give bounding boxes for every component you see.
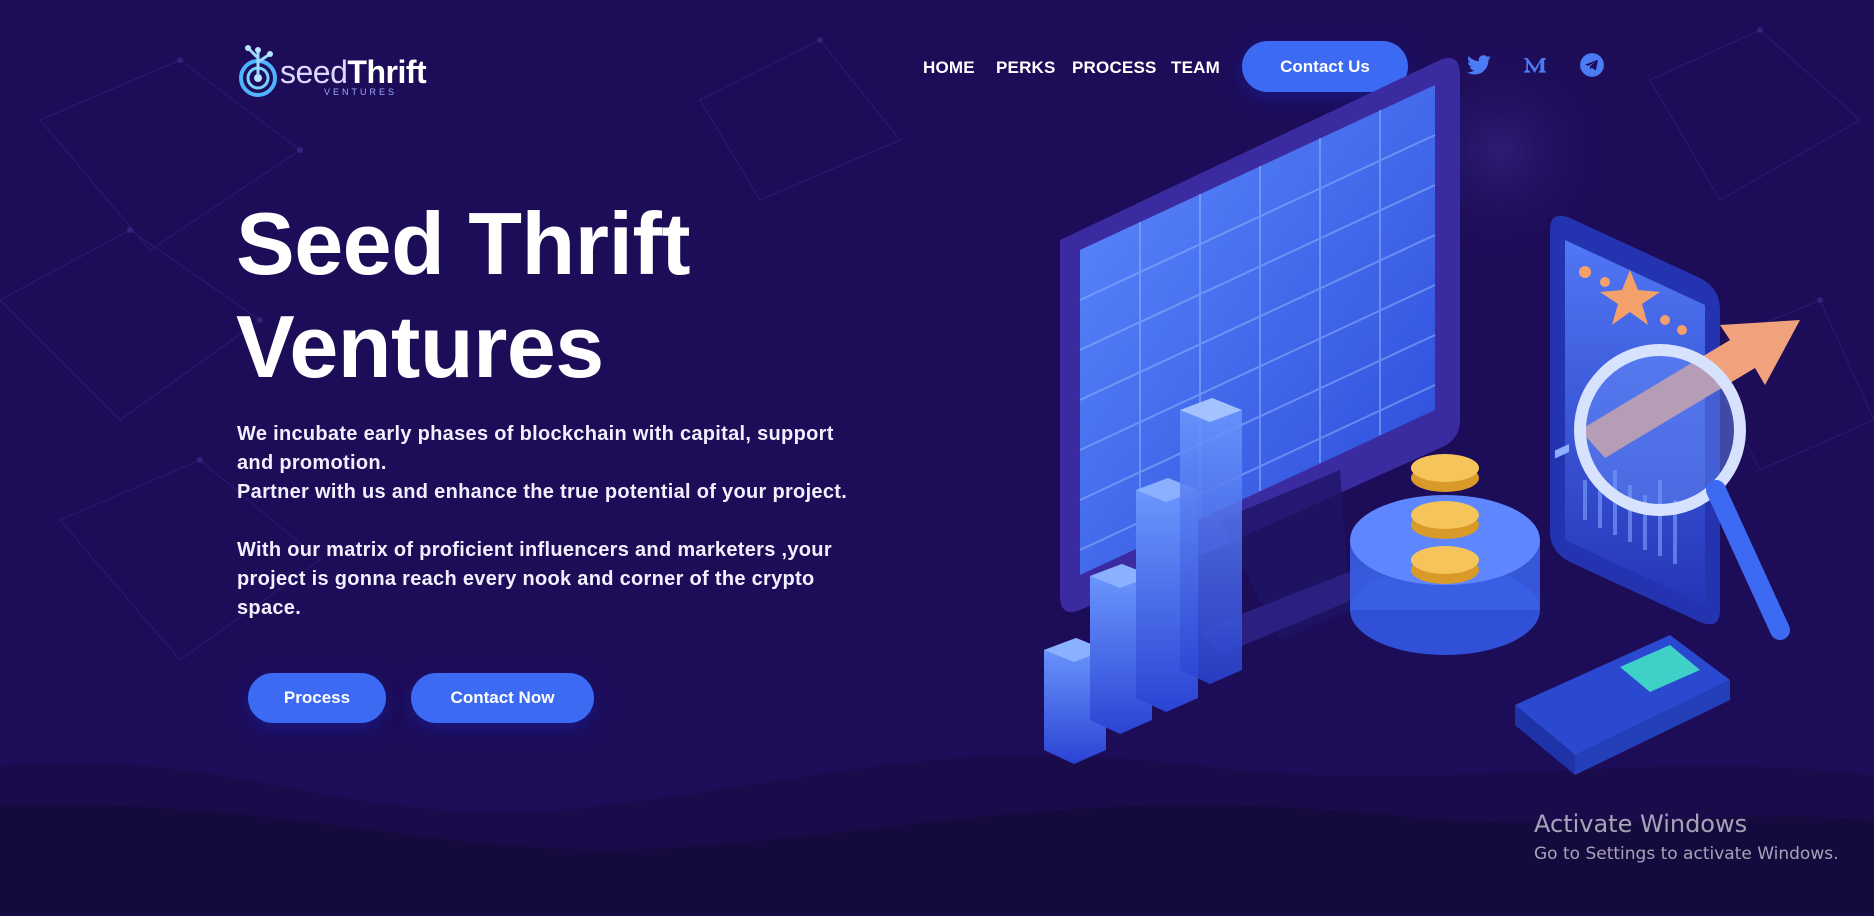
hero-paragraph-1-line-2: and promotion. (237, 452, 387, 474)
contact-now-button[interactable]: Contact Now (411, 673, 594, 723)
hero-title: Seed Thrift Ventures (236, 192, 956, 398)
seed-target-icon (239, 45, 277, 97)
brand-tagline: VENTURES (324, 87, 398, 97)
hero-paragraph-1-line-1: We incubate early phases of blockchain w… (237, 423, 834, 445)
hero-title-line-1: Seed Thrift (236, 194, 691, 293)
brand-wordmark: seedThrift (280, 54, 427, 91)
hero-paragraph-2-line-3: space. (237, 597, 302, 619)
brand-name-bold: Thrift (347, 54, 427, 90)
coin-stack-icon (1350, 454, 1540, 655)
process-button[interactable]: Process (248, 673, 386, 723)
hero-title-line-2: Ventures (236, 297, 604, 396)
hero-paragraph-2-line-2: project is gonna reach every nook and co… (237, 568, 815, 590)
activation-title: Activate Windows (1534, 810, 1748, 838)
brand-logo[interactable]: seedThrift VENTURES (238, 40, 438, 100)
hero-paragraph-1-line-3: Partner with us and enhance the true pot… (237, 481, 848, 503)
windows-activation-notice: Activate Windows Go to Settings to activ… (1534, 810, 1839, 864)
hero-illustration (1044, 57, 1800, 775)
hero-description: We incubate early phases of blockchain w… (237, 420, 917, 623)
nav-item-home[interactable]: HOME (923, 58, 975, 78)
brand-name-light: seed (280, 54, 348, 90)
activation-subtitle: Go to Settings to activate Windows. (1534, 844, 1839, 864)
hero-paragraph-2-line-1: With our matrix of proficient influencer… (237, 539, 832, 561)
